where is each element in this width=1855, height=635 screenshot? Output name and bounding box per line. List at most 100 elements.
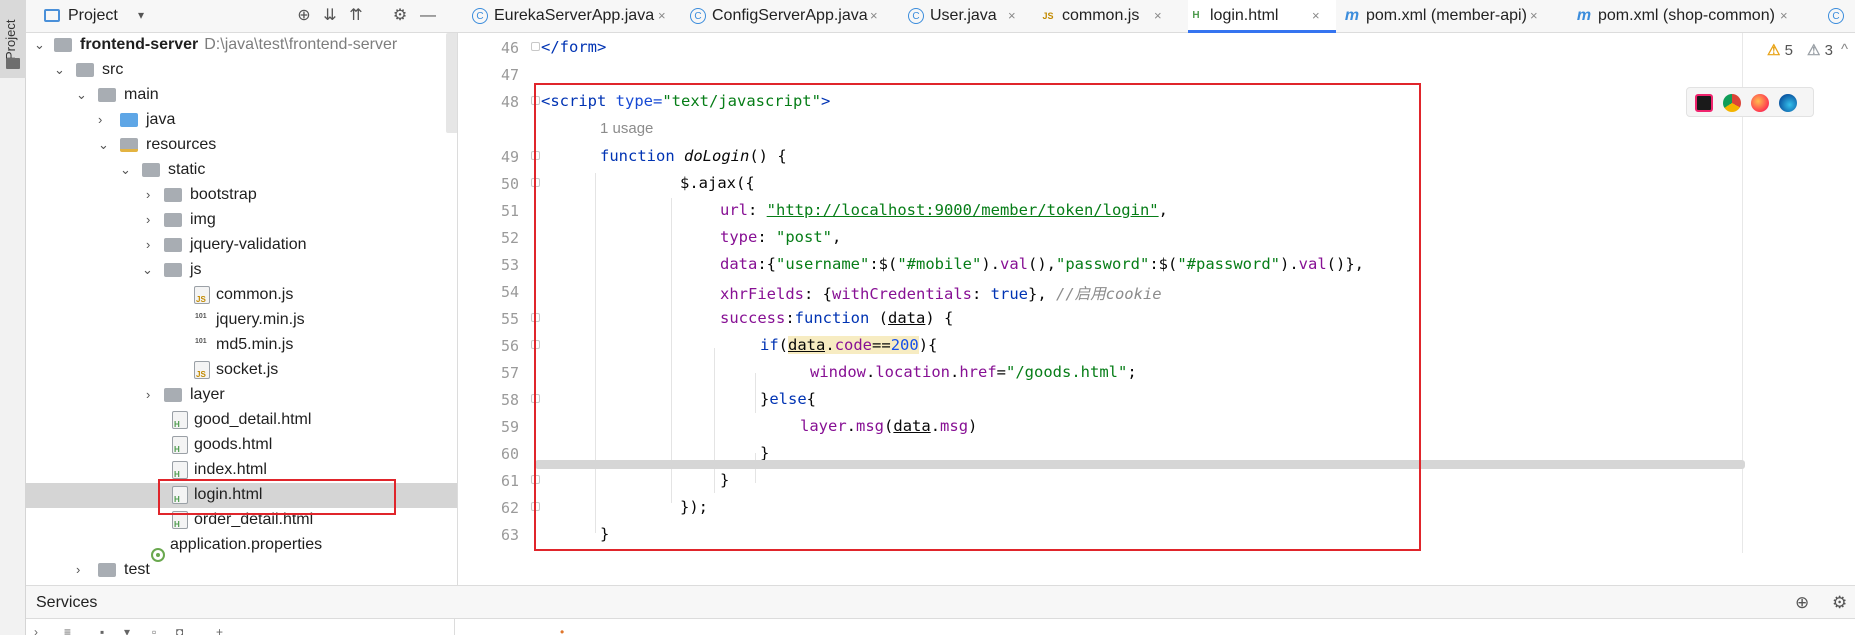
add-icon[interactable]: + (216, 625, 223, 635)
services-panel-header: Services ⊕ ⚙ (26, 585, 1855, 619)
chevron-right-icon[interactable]: › (146, 387, 150, 402)
tab-eureka-server-app[interactable]: C EurekaServerApp.java × (472, 0, 672, 33)
weak-warnings-indicator[interactable]: ⚠ 3 (1807, 41, 1833, 59)
close-icon[interactable]: × (1780, 8, 1788, 23)
gear-icon[interactable]: ⚙ (390, 6, 410, 26)
tree-row-socket-js[interactable]: JS socket.js (26, 358, 457, 383)
chevron-down-icon[interactable]: ⌄ (76, 87, 87, 103)
tab-user-java[interactable]: C User.java × (908, 0, 1023, 33)
chevron-right-icon[interactable]: › (146, 187, 150, 202)
warnings-indicator[interactable]: ⚠ 5 (1767, 41, 1793, 59)
java-class-icon: C (472, 8, 488, 24)
minified-js-icon: 101 (195, 313, 207, 320)
restart-icon[interactable]: ◘ (176, 625, 183, 635)
tree-row-main[interactable]: ⌄ main (26, 83, 457, 108)
tab-overflow-class[interactable]: C (1828, 0, 1848, 33)
expand-all-icon[interactable]: ⇊ (320, 6, 340, 26)
maven-icon: m (1344, 7, 1360, 24)
chevron-down-icon[interactable]: ⌄ (142, 262, 153, 278)
tab-login-html[interactable]: H login.html × (1188, 0, 1336, 33)
line-number: 54 (500, 283, 519, 301)
firefox-icon[interactable] (1751, 94, 1769, 112)
tree-scrollbar[interactable] (446, 33, 457, 133)
new-service-icon[interactable]: ▫ (152, 625, 156, 635)
tree-row-layer[interactable]: › layer (26, 383, 457, 408)
chrome-icon[interactable] (1723, 94, 1741, 112)
tree-row-jquery-validation[interactable]: › jquery-validation (26, 233, 457, 258)
tree-row-common-js[interactable]: JS common.js (26, 283, 457, 308)
filter-icon[interactable]: ▾ (124, 625, 130, 635)
close-icon[interactable]: × (1008, 8, 1016, 23)
tree-row-src[interactable]: ⌄ src (26, 58, 457, 83)
line-number: 52 (500, 229, 519, 247)
chevron-down-icon[interactable]: ⌄ (98, 137, 109, 153)
edge-icon[interactable] (1779, 94, 1797, 112)
line-number: 49 (500, 148, 519, 166)
tab-config-server-app[interactable]: C ConfigServerApp.java × (690, 0, 890, 33)
tree-label: application.properties (170, 536, 323, 553)
project-view-selector[interactable]: Project (68, 7, 118, 25)
tree-row-test[interactable]: › test (26, 558, 457, 583)
collapse-all-icon[interactable]: ⇈ (346, 6, 366, 26)
chevron-right-icon[interactable]: › (98, 112, 102, 127)
collapse-icon[interactable]: ≡ (64, 625, 71, 635)
html-file-icon: H (172, 411, 188, 429)
tree-row-img[interactable]: › img (26, 208, 457, 233)
tree-row-bootstrap[interactable]: › bootstrap (26, 183, 457, 208)
editor-tabs: C EurekaServerApp.java × C ConfigServerA… (460, 0, 1855, 33)
tree-row-js[interactable]: ⌄ js (26, 258, 457, 283)
tree-label: goods.html (194, 436, 273, 453)
module-folder-icon (54, 38, 72, 52)
chevron-down-icon[interactable]: ⌄ (34, 37, 45, 53)
hide-panel-icon[interactable]: — (418, 6, 438, 26)
close-icon[interactable]: × (658, 8, 666, 23)
chevron-down-icon[interactable]: ▾ (138, 8, 144, 22)
tab-common-js[interactable]: JS common.js × (1040, 0, 1170, 33)
close-icon[interactable]: × (1154, 8, 1162, 23)
chevron-right-icon[interactable]: › (76, 562, 80, 577)
intellij-browser-icon[interactable] (1695, 94, 1713, 112)
services-title[interactable]: Services (36, 594, 97, 612)
tree-row-root[interactable]: ⌄ frontend-server D:\java\test\frontend-s… (26, 33, 457, 58)
tree-row-good-detail-html[interactable]: H good_detail.html (26, 408, 457, 433)
project-tool-window-label: Project (3, 19, 18, 60)
close-icon[interactable]: × (1312, 8, 1320, 23)
tree-row-application-properties[interactable]: application.properties (26, 533, 457, 562)
project-view-icon (44, 9, 60, 22)
line-number: 62 (500, 499, 519, 517)
tree-row-resources[interactable]: ⌄ resources (26, 133, 457, 158)
tree-row-md5-min-js[interactable]: 101 md5.min.js (26, 333, 457, 358)
line-number: 57 (500, 364, 519, 382)
project-tool-window-tab[interactable]: Project (0, 0, 26, 78)
chevron-down-icon[interactable]: ⌄ (120, 162, 131, 178)
highlight-box-login-html (158, 479, 396, 515)
folder-icon (164, 188, 182, 202)
tree-row-goods-html[interactable]: H goods.html (26, 433, 457, 458)
tab-pom-member-api[interactable]: m pom.xml (member-api) × (1344, 0, 1544, 33)
chevron-up-icon[interactable]: ^ (1841, 41, 1848, 58)
locate-file-icon[interactable]: ⊕ (294, 6, 314, 26)
tab-pom-shop-common[interactable]: m pom.xml (shop-common) × (1576, 0, 1794, 33)
html-file-icon: H (172, 461, 188, 479)
target-icon[interactable]: ⊕ (1795, 593, 1809, 613)
tab-label: EurekaServerApp.java (494, 7, 655, 24)
weak-warning-icon: ⚠ (1807, 42, 1821, 59)
tree-label: test (124, 561, 150, 578)
gear-icon[interactable]: ⚙ (1832, 593, 1847, 613)
tree-row-jquery-min-js[interactable]: 101 jquery.min.js (26, 308, 457, 333)
chevron-right-icon[interactable]: › (146, 212, 150, 227)
line-number: 48 (500, 93, 519, 111)
group-icon[interactable]: ▪ (100, 625, 104, 635)
tree-row-static[interactable]: ⌄ static (26, 158, 457, 183)
fold-marker-icon[interactable] (531, 42, 540, 51)
tab-label: common.js (1062, 7, 1140, 24)
chevron-right-icon[interactable]: › (146, 237, 150, 252)
chevron-down-icon[interactable]: ⌄ (54, 62, 65, 78)
folder-icon (164, 213, 182, 227)
expand-icon[interactable]: › (34, 625, 38, 635)
tree-label: bootstrap (190, 186, 257, 203)
tree-row-java[interactable]: › java (26, 108, 457, 133)
close-icon[interactable]: × (1530, 8, 1538, 23)
html-file-icon: H (172, 436, 188, 454)
close-icon[interactable]: × (870, 8, 878, 23)
